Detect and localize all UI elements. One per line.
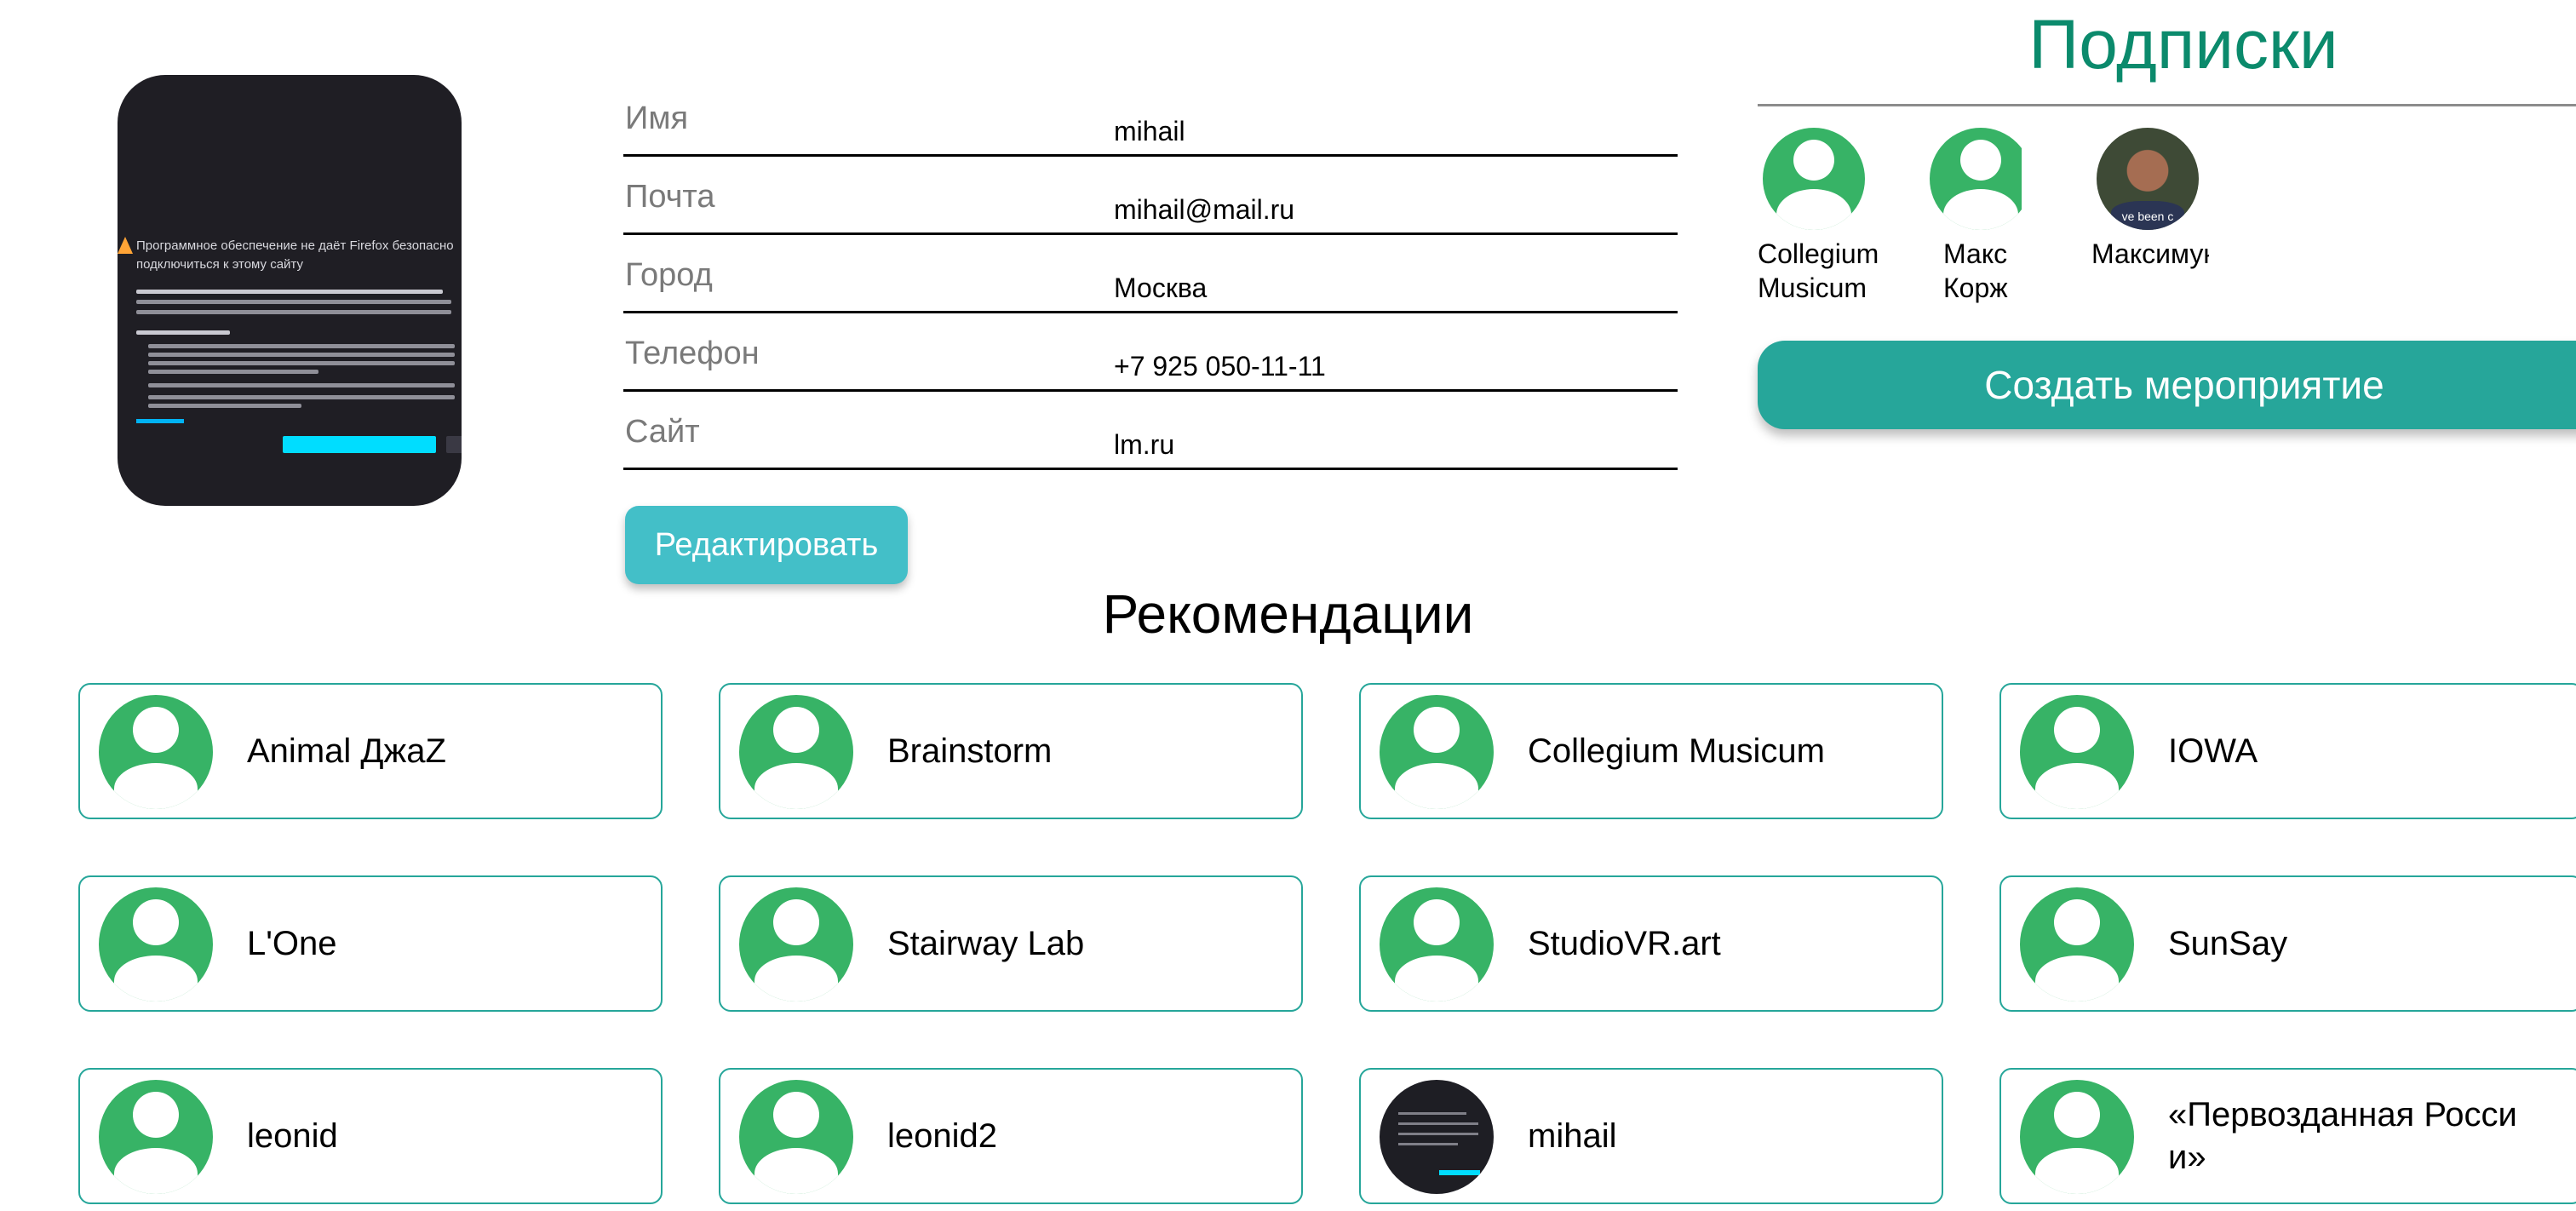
website-label: Сайт: [625, 414, 700, 450]
user-avatar-icon: [99, 887, 213, 1002]
subscriptions-divider: [1758, 104, 2576, 106]
website-value: lm.ru: [1114, 429, 1175, 460]
recommendation-card[interactable]: IOWA: [1999, 683, 2576, 819]
recommendation-name: L'One: [247, 925, 337, 962]
recommendation-name: IOWA: [2168, 732, 2258, 770]
subscription-name-line1: Макс: [1943, 238, 2008, 269]
recommendation-name: «Первозданная России»: [2168, 1096, 2517, 1176]
recommendation-name: leonid2: [887, 1117, 998, 1155]
recommendation-card[interactable]: Collegium Musicum: [1359, 683, 1943, 819]
user-avatar-icon: [1930, 128, 2022, 230]
photo-text-line: [148, 404, 301, 408]
photo-text-line: [136, 330, 230, 335]
user-photo-avatar: ve been c: [2097, 128, 2199, 230]
subscription-name-line2: Корж: [1943, 273, 2008, 303]
photo-caption: ve been c: [2121, 209, 2174, 223]
photo-text-line: [148, 370, 318, 374]
subscription-name-line2: Musicum: [1758, 273, 1867, 303]
photo-advanced-button: [446, 436, 462, 453]
photo-text-line: [136, 290, 443, 294]
recommendation-name: StudioVR.art: [1528, 925, 1721, 962]
user-avatar-icon: [1763, 128, 1865, 230]
recommendation-card[interactable]: StudioVR.art: [1359, 875, 1943, 1012]
photo-learn-more-link: [136, 419, 184, 423]
subscriptions-title: Подписки: [2028, 6, 2338, 83]
recommendation-card[interactable]: mihail: [1359, 1068, 1943, 1204]
photo-text-line: [136, 300, 451, 304]
profile-photo: Программное обеспечение не даёт Firefox …: [118, 75, 462, 506]
photo-back-button: [283, 436, 436, 453]
user-avatar-icon: [99, 695, 213, 809]
subscription-name-line1: Максимук: [2091, 238, 2209, 269]
photo-warning-title: Программное обеспечение не даёт Firefox …: [136, 238, 454, 253]
user-avatar-icon: [2020, 887, 2134, 1002]
user-avatar-icon: [739, 887, 853, 1002]
city-field: Город Москва: [623, 235, 1678, 313]
email-label: Почта: [625, 179, 715, 215]
website-field: Сайт lm.ru: [623, 392, 1678, 470]
phone-field: Телефон +7 925 050-11-11: [623, 313, 1678, 392]
email-field: Почта mihail@mail.ru: [623, 157, 1678, 235]
user-avatar-icon: [99, 1080, 213, 1194]
user-avatar-icon: [739, 1080, 853, 1194]
user-avatar-icon: [2020, 695, 2134, 809]
photo-text-line: [136, 310, 451, 314]
recommendation-card[interactable]: leonid2: [719, 1068, 1303, 1204]
city-value: Москва: [1114, 273, 1208, 303]
recommendation-card[interactable]: leonid: [78, 1068, 663, 1204]
user-avatar-icon: [1380, 695, 1494, 809]
create-event-button[interactable]: Создать мероприятие: [1758, 341, 2576, 429]
recommendation-card[interactable]: SunSay: [1999, 875, 2576, 1012]
user-avatar-icon: [2020, 1080, 2134, 1194]
name-value: mihail: [1114, 116, 1185, 146]
name-label: Имя: [625, 100, 689, 136]
user-avatar-icon: [1380, 887, 1494, 1002]
photo-text-line: [148, 383, 455, 387]
subscription-name-line1: Collegium: [1758, 238, 1879, 269]
subscription-item[interactable]: ve been c Максимук: [2091, 128, 2209, 271]
subscription-item[interactable]: Collegium Musicum: [1758, 128, 1885, 305]
recommendation-name: mihail: [1528, 1117, 1617, 1155]
subscription-item[interactable]: Макс Корж: [1925, 128, 2022, 305]
photo-text-line: [148, 361, 455, 365]
user-photo-avatar: [1380, 1080, 1494, 1194]
recommendation-card[interactable]: Brainstorm: [719, 683, 1303, 819]
edit-profile-button[interactable]: Редактировать: [625, 506, 908, 584]
recommendation-name: Stairway Lab: [887, 925, 1085, 962]
warning-icon: [118, 237, 133, 254]
photo-text-line: [148, 344, 455, 348]
recommendation-name: Collegium Musicum: [1528, 732, 1825, 770]
recommendation-name: Animal ДжаZ: [247, 732, 446, 770]
email-value: mihail@mail.ru: [1114, 194, 1295, 225]
recommendation-name: SunSay: [2168, 925, 2288, 962]
recommendation-card[interactable]: «Первозданная России»: [1999, 1068, 2576, 1204]
phone-value: +7 925 050-11-11: [1114, 351, 1326, 382]
recommendation-card[interactable]: Animal ДжаZ: [78, 683, 663, 819]
recommendations-title: Рекомендации: [1102, 583, 1474, 645]
recommendation-name: Brainstorm: [887, 732, 1053, 770]
user-avatar-icon: [739, 695, 853, 809]
photo-text-line: [148, 395, 455, 399]
recommendation-name: leonid: [247, 1117, 338, 1155]
city-label: Город: [625, 257, 713, 293]
photo-warning-subtitle: подключиться к этому сайту: [136, 257, 303, 272]
recommendation-card[interactable]: L'One: [78, 875, 663, 1012]
phone-label: Телефон: [625, 336, 760, 371]
profile-page: Программное обеспечение не даёт Firefox …: [0, 0, 2576, 1211]
photo-text-line: [148, 353, 455, 357]
recommendation-card[interactable]: Stairway Lab: [719, 875, 1303, 1012]
name-field: Имя mihail: [623, 78, 1678, 157]
